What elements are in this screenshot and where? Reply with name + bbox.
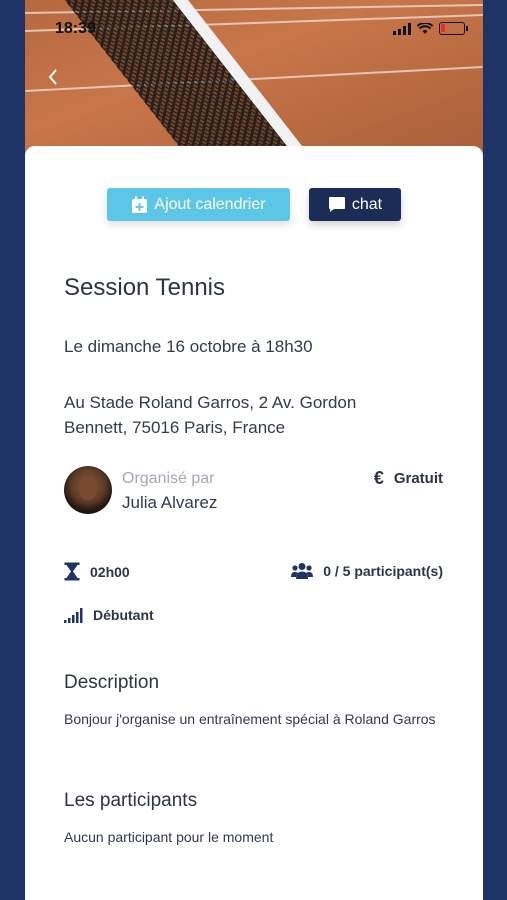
- price-value: Gratuit: [393, 470, 443, 487]
- battery-icon: [439, 22, 468, 35]
- users-icon: [291, 563, 314, 579]
- duration-value: 02h00: [90, 563, 130, 580]
- chevron-left-icon: [48, 69, 57, 85]
- chat-bubble-icon: [328, 197, 345, 212]
- price-info: € Gratuit: [374, 468, 443, 489]
- wifi-icon: [417, 22, 433, 34]
- euro-icon: €: [373, 468, 384, 488]
- participants-count-value: 0 / 5 participant(s): [323, 562, 443, 579]
- organizer-name: Julia Alvarez: [122, 493, 218, 512]
- level-value: Débutant: [93, 607, 154, 623]
- participants-count-info: 0 / 5 participant(s): [291, 562, 443, 579]
- add-calendar-button[interactable]: Ajout calendrier: [107, 188, 290, 221]
- event-address: Au Stade Roland Garros, 2 Av. Gordon Ben…: [64, 393, 357, 437]
- event-card: Ajout calendrier chat Session Tennis Le …: [25, 146, 483, 900]
- back-button[interactable]: [47, 68, 59, 86]
- description-title: Description: [64, 672, 160, 693]
- event-date: Le dimanche 16 octobre à 18h30: [64, 337, 313, 356]
- signal-level-icon: [64, 607, 83, 623]
- participants-empty-text: Aucun participant pour le moment: [64, 829, 274, 845]
- status-time: 18:39: [55, 20, 96, 37]
- duration-info: 02h00: [64, 562, 130, 581]
- participants-title: Les participants: [64, 790, 198, 811]
- signal-icon: [393, 22, 411, 35]
- chat-button[interactable]: chat: [309, 188, 401, 221]
- organizer-avatar[interactable]: [64, 466, 112, 514]
- hourglass-icon: [64, 562, 80, 581]
- add-calendar-label: Ajout calendrier: [154, 195, 266, 213]
- event-title: Session Tennis: [64, 274, 225, 301]
- phone-screen: 18:39 Ajout calendrier chat Session Tenn…: [25, 0, 483, 900]
- status-bar: 18:39: [25, 0, 483, 40]
- organizer-label: Organisé par: [122, 470, 215, 487]
- level-info: Débutant: [64, 607, 154, 623]
- calendar-plus-icon: [132, 196, 148, 213]
- chat-label: chat: [351, 195, 383, 213]
- description-text: Bonjour j'organise un entraînement spéci…: [64, 711, 436, 727]
